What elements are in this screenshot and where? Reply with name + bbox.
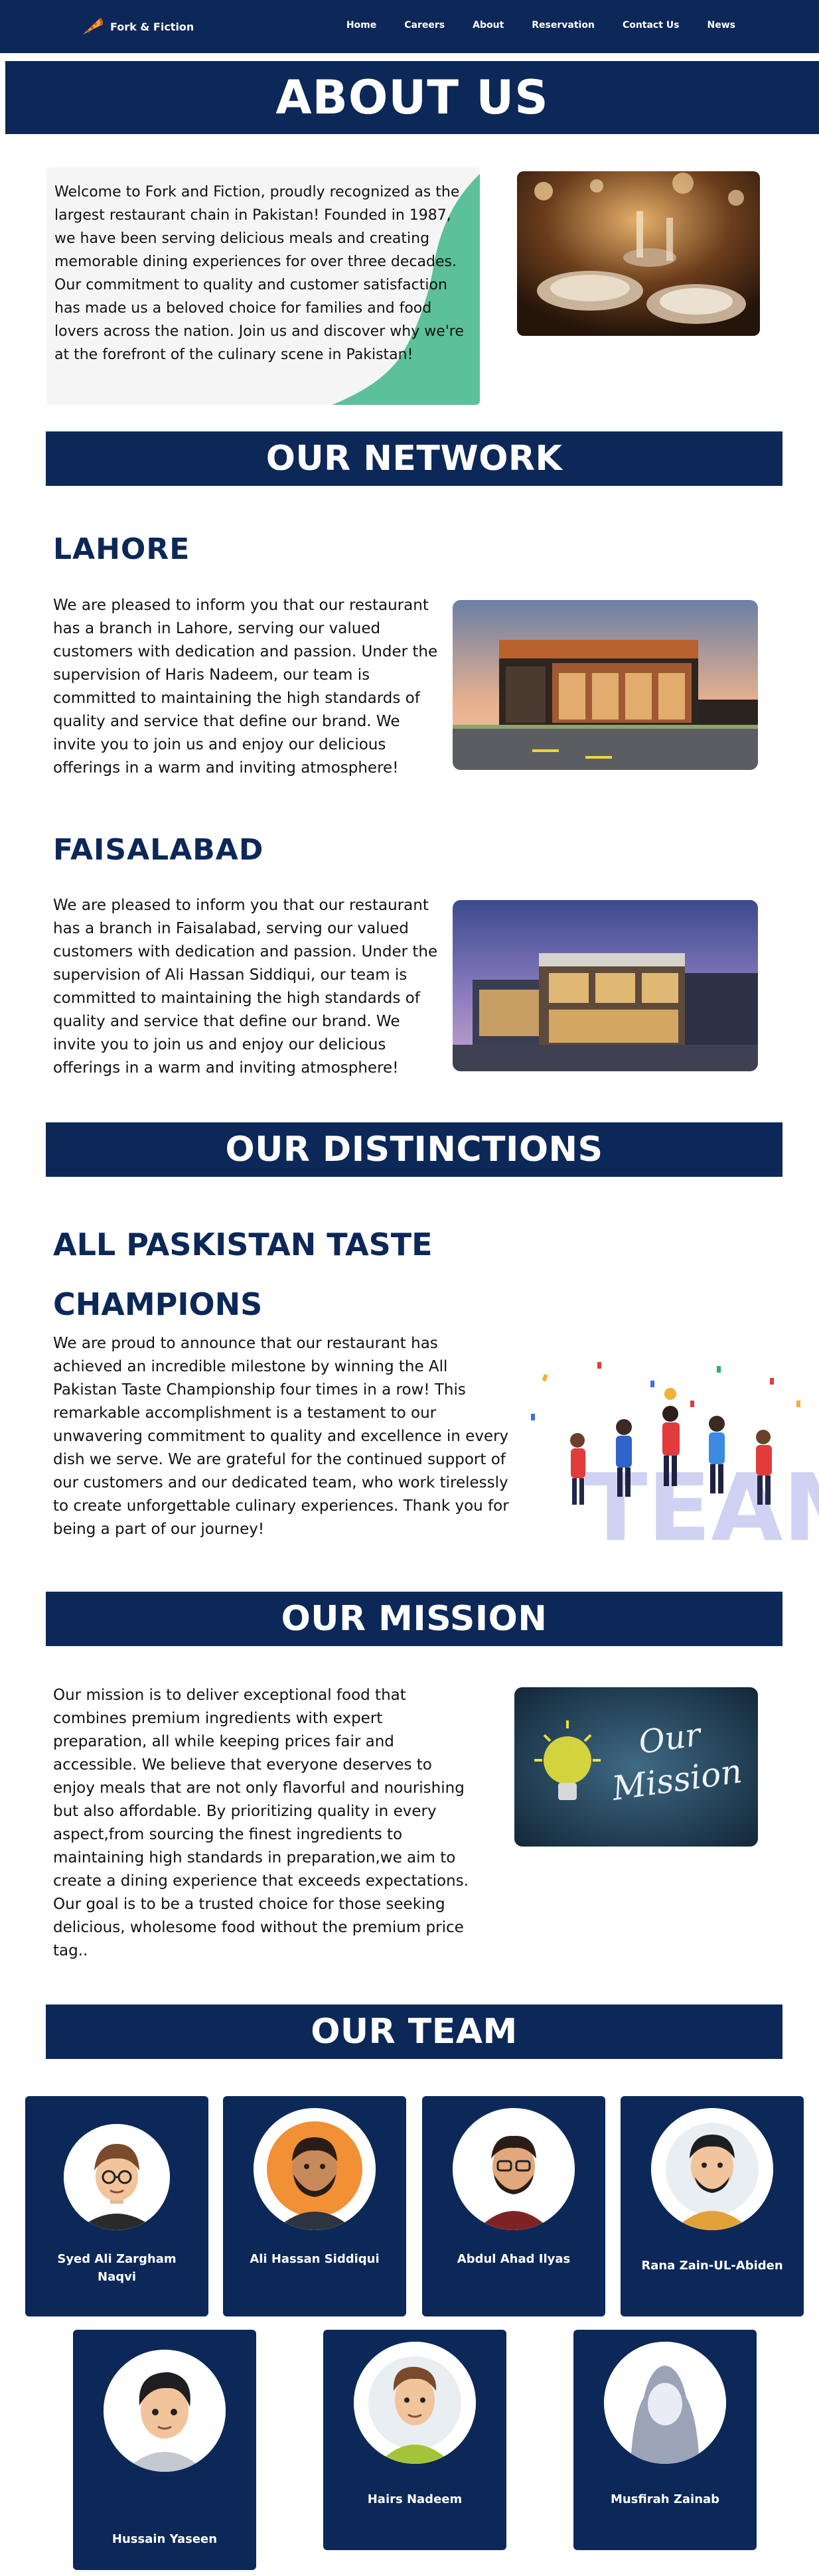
about-intro-card: Welcome to Fork and Fiction, proudly rec…: [46, 167, 480, 405]
avatar: [254, 2108, 376, 2230]
top-navbar: Fork & Fiction Home Careers About Reserv…: [0, 0, 819, 53]
lahore-heading: LAHORE: [53, 532, 190, 566]
faisalabad-branch-text: We are pleased to inform you that our re…: [53, 897, 438, 1077]
our-mission-banner: OUR MISSION: [46, 1592, 782, 1646]
our-team-banner: OUR TEAM: [46, 2005, 782, 2059]
team-member-card[interactable]: Musfirah Zainab: [573, 2330, 757, 2550]
team-member-card[interactable]: Syed Ali Zargham Naqvi: [25, 2096, 208, 2316]
our-mission-chalkboard-image: Our Mission: [514, 1687, 758, 1847]
team-member-card[interactable]: Rana Zain-UL-Abiden: [621, 2096, 804, 2316]
award-title: ALL PASKISTAN TASTE CHAMPIONS: [53, 1227, 433, 1322]
our-distinctions-banner: OUR DISTINCTIONS: [46, 1122, 782, 1177]
avatar: [604, 2342, 726, 2464]
team-celebration-illustration: TEAM: [518, 1354, 819, 1547]
our-network-banner: OUR NETWORK: [46, 431, 782, 486]
our-team-heading: OUR TEAM: [311, 2012, 518, 2052]
avatar: [651, 2108, 773, 2230]
team-member-name: Syed Ali Zargham Naqvi: [57, 2252, 177, 2284]
award-text: We are proud to announce that our restau…: [53, 1335, 509, 1538]
brand-logo-link[interactable]: Fork & Fiction: [81, 16, 194, 37]
avatar: [104, 2350, 226, 2472]
team-member-name: Hussain Yaseen: [112, 2532, 218, 2546]
faisalabad-heading: FAISALABAD: [53, 833, 264, 867]
team-member-card[interactable]: Hussain Yaseen: [73, 2330, 256, 2570]
nav-link-home[interactable]: Home: [346, 20, 376, 31]
avatar: [453, 2108, 575, 2230]
team-member-card[interactable]: Hairs Nadeem: [323, 2330, 506, 2550]
team-member-card[interactable]: Ali Hassan Siddiqui: [223, 2096, 406, 2316]
lahore-branch-text: We are pleased to inform you that our re…: [53, 597, 438, 777]
pizza-slice-logo-icon: [83, 17, 104, 35]
nav-link-reservation[interactable]: Reservation: [532, 20, 595, 31]
avatar: [354, 2342, 476, 2464]
our-distinctions-heading: OUR DISTINCTIONS: [225, 1130, 603, 1170]
faisalabad-branch-photo: [453, 900, 758, 1071]
our-network-heading: OUR NETWORK: [265, 439, 563, 479]
team-member-name: Ali Hassan Siddiqui: [250, 2252, 380, 2266]
team-member-name: Abdul Ahad Ilyas: [457, 2252, 571, 2266]
nav-link-about[interactable]: About: [473, 20, 504, 31]
mission-text: Our mission is to deliver exceptional fo…: [53, 1687, 469, 1959]
nav-link-contact-us[interactable]: Contact Us: [623, 20, 680, 31]
team-member-name: Rana Zain-UL-Abiden: [641, 2259, 783, 2273]
nav-link-news[interactable]: News: [707, 20, 735, 31]
restaurant-dining-photo: [517, 171, 760, 336]
page-title: ABOUT US: [275, 70, 549, 125]
about-us-banner: ABOUT US: [5, 61, 819, 134]
lahore-branch-photo: [453, 600, 758, 770]
avatar: [64, 2124, 170, 2230]
team-member-name: Hairs Nadeem: [367, 2492, 463, 2506]
team-member-card[interactable]: Abdul Ahad Ilyas: [422, 2096, 605, 2316]
brand-name: Fork & Fiction: [110, 20, 194, 33]
team-member-name: Musfirah Zainab: [610, 2492, 720, 2506]
nav-link-careers[interactable]: Careers: [404, 20, 445, 31]
nav-links: Home Careers About Reservation Contact U…: [319, 20, 735, 31]
our-mission-heading: OUR MISSION: [281, 1599, 548, 1639]
about-intro-text: Welcome to Fork and Fiction, proudly rec…: [54, 184, 464, 363]
